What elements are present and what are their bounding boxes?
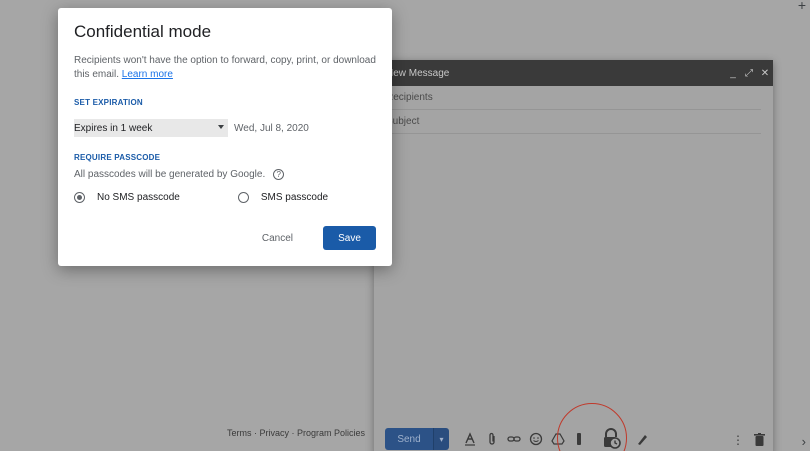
passcode-heading: REQUIRE PASSCODE — [74, 153, 161, 162]
compose-window: New Message _ ⤢ ✕ Recipients Subject Sen… — [374, 60, 773, 451]
passcode-note: All passcodes will be generated by Googl… — [74, 169, 266, 180]
close-icon[interactable]: ✕ — [757, 68, 773, 79]
recipients-field[interactable]: Recipients — [386, 86, 761, 110]
emoji-icon[interactable] — [525, 432, 547, 446]
link-icon[interactable] — [503, 432, 525, 446]
learn-more-link[interactable]: Learn more — [122, 69, 173, 80]
no-sms-option[interactable]: No SMS passcode — [74, 192, 180, 203]
send-button[interactable]: Send — [385, 428, 433, 450]
expand-icon[interactable]: ⤢ — [741, 68, 757, 79]
sms-label: SMS passcode — [260, 192, 329, 203]
expiration-select[interactable]: Expires in 1 week — [74, 119, 228, 137]
no-sms-label: No SMS passcode — [97, 192, 180, 203]
cancel-button[interactable]: Cancel — [262, 233, 293, 244]
expiration-heading: SET EXPIRATION — [74, 98, 143, 107]
footer-links[interactable]: Terms · Privacy · Program Policies — [227, 428, 365, 438]
dialog-title: Confidential mode — [74, 22, 212, 41]
plus-icon[interactable]: + — [798, 0, 806, 13]
sms-radio[interactable] — [237, 192, 249, 203]
minimize-icon[interactable]: _ — [725, 68, 741, 79]
expiration-date: Wed, Jul 8, 2020 — [234, 122, 309, 134]
dialog-actions: Cancel Save — [262, 226, 376, 250]
description-text: Recipients won't have the option to forw… — [74, 55, 376, 80]
dialog-description: Recipients won't have the option to forw… — [74, 54, 376, 82]
attach-icon[interactable] — [481, 432, 503, 446]
compose-header: New Message _ ⤢ ✕ — [374, 60, 773, 86]
no-sms-radio[interactable] — [74, 192, 85, 203]
signature-icon[interactable] — [631, 432, 653, 446]
send-options-icon[interactable]: ▾ — [433, 428, 449, 450]
help-icon[interactable]: ? — [273, 169, 285, 180]
save-button[interactable]: Save — [323, 226, 376, 250]
expiration-row: Expires in 1 week Wed, Jul 8, 2020 — [74, 119, 376, 137]
chevron-right-icon[interactable]: › — [802, 434, 806, 449]
expiration-selected: Expires in 1 week — [74, 122, 153, 134]
passcode-note-row: All passcodes will be generated by Googl… — [74, 169, 376, 180]
dropdown-caret-icon — [218, 125, 224, 129]
more-options-icon[interactable]: ⋮ — [732, 433, 744, 449]
recipients-placeholder: Recipients — [386, 92, 433, 103]
compose-title: New Message — [386, 67, 450, 79]
toolbar-right: ⋮ — [732, 433, 765, 449]
subject-field[interactable]: Subject — [386, 110, 761, 134]
confidential-mode-dialog: Confidential mode Recipients won't have … — [58, 8, 392, 266]
text-format-icon[interactable] — [459, 432, 481, 446]
passcode-options: No SMS passcode SMS passcode — [74, 192, 376, 203]
trash-icon[interactable] — [754, 433, 765, 449]
sms-option[interactable]: SMS passcode — [237, 192, 329, 203]
